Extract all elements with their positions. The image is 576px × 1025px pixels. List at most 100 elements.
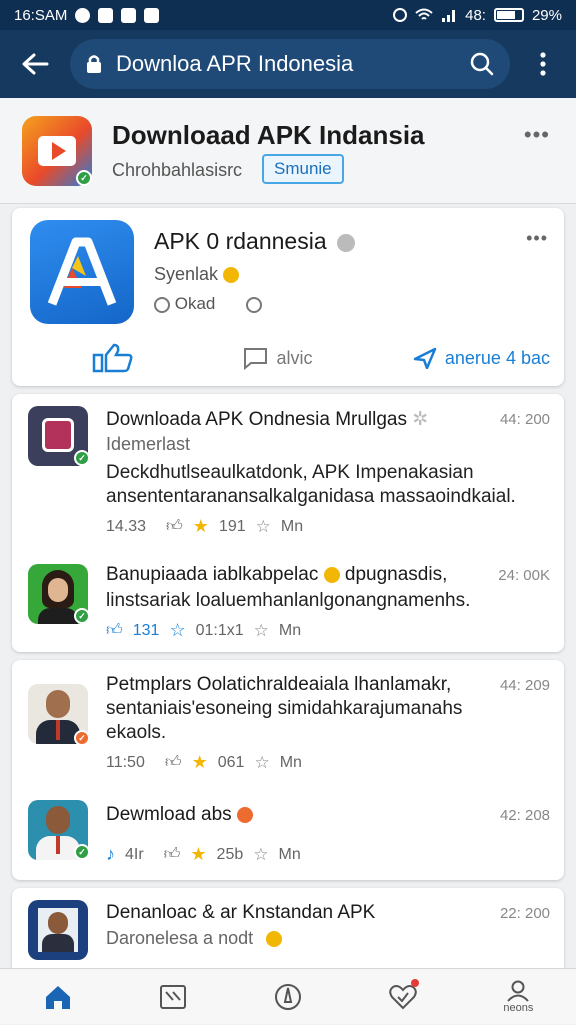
post-subtitle: Daronelesa a nodt [106, 928, 283, 949]
post-title: Petmplars Oolatichraldeaiala lhanlamakr, [106, 674, 452, 695]
star-outline-icon[interactable]: ☆ [256, 517, 271, 537]
badge-icon: ✓ [74, 730, 90, 746]
notification-dot [411, 978, 420, 987]
subscribe-button[interactable]: Smunie [262, 154, 344, 184]
send-icon [413, 347, 437, 369]
back-button[interactable] [0, 30, 70, 98]
nav-favorites[interactable] [363, 969, 443, 1025]
info-icon [337, 233, 356, 252]
more-horizontal-icon[interactable]: ••• [526, 228, 548, 249]
post-text-line: linstsariak loaluemhanlanlgonangnamenhs. [106, 590, 471, 611]
address-bar[interactable]: Downloa APR Indonesia [70, 39, 510, 89]
app-meta: Okad [154, 294, 263, 314]
alarm-icon [393, 8, 408, 22]
post-title: Downloada APK Ondnesia Mrullgas ✲ [106, 409, 429, 430]
overflow-menu-button[interactable] [510, 30, 576, 98]
bottom-navigation: neons [0, 968, 576, 1024]
app-developer: Syenlak [154, 264, 240, 285]
star-icon[interactable]: ★ [193, 516, 209, 537]
nav-media[interactable] [133, 969, 213, 1025]
nav-profile-label: neons [503, 1001, 534, 1014]
image-icon [159, 984, 186, 1009]
post-time: 44: 200 [499, 411, 550, 428]
verified-badge-icon: ✓ [74, 844, 90, 860]
feed-card: ✓ Downloada APK Ondnesia Mrullgas ✲ 44: … [12, 394, 564, 652]
apk-logo-icon [47, 237, 117, 306]
search-icon[interactable] [470, 52, 494, 76]
signal-text: 48: [465, 6, 486, 24]
more-vertical-icon [540, 52, 546, 76]
emoji-icon [223, 267, 240, 284]
post-stats: 14.33 👍︎ ★ 191 ☆ Mn [106, 516, 304, 537]
post-time: 24: 00K [498, 567, 550, 584]
user-icon [507, 980, 530, 1002]
clock-icon [246, 296, 263, 313]
feed-card: ✓ Petmplars Oolatichraldeaiala lhanlamak… [12, 660, 564, 880]
app-title: APK 0 rdannesia [154, 228, 356, 255]
media-icon [144, 7, 160, 23]
post-time: 44: 209 [499, 677, 550, 694]
signal-icon [442, 10, 456, 22]
more-horizontal-icon[interactable]: ••• [524, 122, 550, 148]
status-bar: 16:SAM 48: 29% [0, 0, 576, 30]
feed-card: Denanloac & ar Knstandan APK 22: 200 Dar… [12, 888, 564, 978]
post-title: Denanloac & ar Knstandan APK [106, 902, 376, 923]
site-logo: ✓ [22, 116, 92, 186]
comment-icon [244, 348, 268, 370]
post-stats: ♪ 4Ir 👍︎ ★ 25b ☆ Mn [106, 844, 301, 865]
verified-badge-icon: ✓ [76, 170, 92, 186]
star-icon[interactable]: ★ [190, 844, 206, 865]
home-icon [45, 985, 70, 1009]
post-text-line: Deckdhutlseaulkatdonk, APK Impenakasian [106, 462, 474, 483]
battery-text: 29% [531, 6, 562, 24]
copyright-icon [154, 296, 170, 313]
thumbs-up-icon[interactable]: 👍︎ [165, 753, 182, 772]
compass-icon [274, 983, 301, 1010]
browser-toolbar: Downloa APR Indonesia [0, 30, 576, 98]
verified-badge-icon: ✓ [74, 450, 90, 466]
status-time: 16:SAM [14, 6, 68, 24]
page-subtitle: Chrohbahlasisrc [112, 160, 243, 180]
post-text-line: ekaols. [106, 722, 167, 743]
nav-home[interactable] [18, 969, 98, 1025]
message-icon [121, 7, 137, 23]
app-icon[interactable] [30, 220, 134, 324]
thumbs-up-icon[interactable]: 👍︎ [106, 621, 123, 640]
post-time: 22: 200 [499, 905, 550, 922]
post-title: Dewmload abs [106, 804, 253, 826]
page-header: ✓ Downloaad APK Indansia Chrohbahlasisrc… [0, 98, 576, 204]
comment-button[interactable]: alvic [242, 346, 312, 370]
post-subtitle: Idemerlast [106, 434, 191, 454]
post-time: 42: 208 [499, 807, 550, 824]
star-outline-icon[interactable]: ☆ [254, 753, 269, 773]
post-stats: 👍︎ 131 ☆ 01:1x1 ☆ Mn [106, 620, 302, 641]
like-button[interactable] [92, 343, 142, 373]
post-text-line: sentaniais'esoneing simidahkarajumanahs [106, 698, 463, 719]
play-icon [38, 136, 76, 166]
emoji-icon [266, 931, 283, 948]
battery-icon [493, 8, 524, 22]
star-outline-icon[interactable]: ☆ [253, 845, 268, 865]
share-button[interactable]: anerue 4 bac [413, 347, 550, 369]
star-icon[interactable]: ★ [192, 752, 208, 773]
star-outline-icon[interactable]: ☆ [169, 620, 185, 641]
app-actions: alvic anerue 4 bac [12, 338, 564, 378]
nav-explore[interactable] [248, 969, 328, 1025]
arrow-left-icon [22, 53, 49, 75]
music-note-icon[interactable]: ♪ [106, 844, 115, 865]
thumbs-up-icon[interactable]: 👍︎ [166, 517, 183, 536]
thumbs-up-icon[interactable]: 👍︎ [164, 845, 181, 864]
verified-badge-icon: ✓ [74, 608, 90, 624]
avatar [28, 900, 88, 960]
nav-profile[interactable]: neons [478, 969, 558, 1025]
app-card: APK 0 rdannesia Syenlak Okad ••• alvic a… [12, 208, 564, 386]
heart-icon [389, 984, 417, 1009]
star-outline-icon[interactable]: ☆ [254, 621, 269, 641]
shield-icon [42, 418, 74, 452]
emoji-icon [323, 566, 340, 583]
wifi-icon [415, 8, 433, 20]
thumbs-up-icon [92, 343, 133, 373]
url-text: Downloa APR Indonesia [116, 51, 354, 76]
emoji-icon [236, 806, 253, 823]
lock-icon [87, 55, 101, 73]
